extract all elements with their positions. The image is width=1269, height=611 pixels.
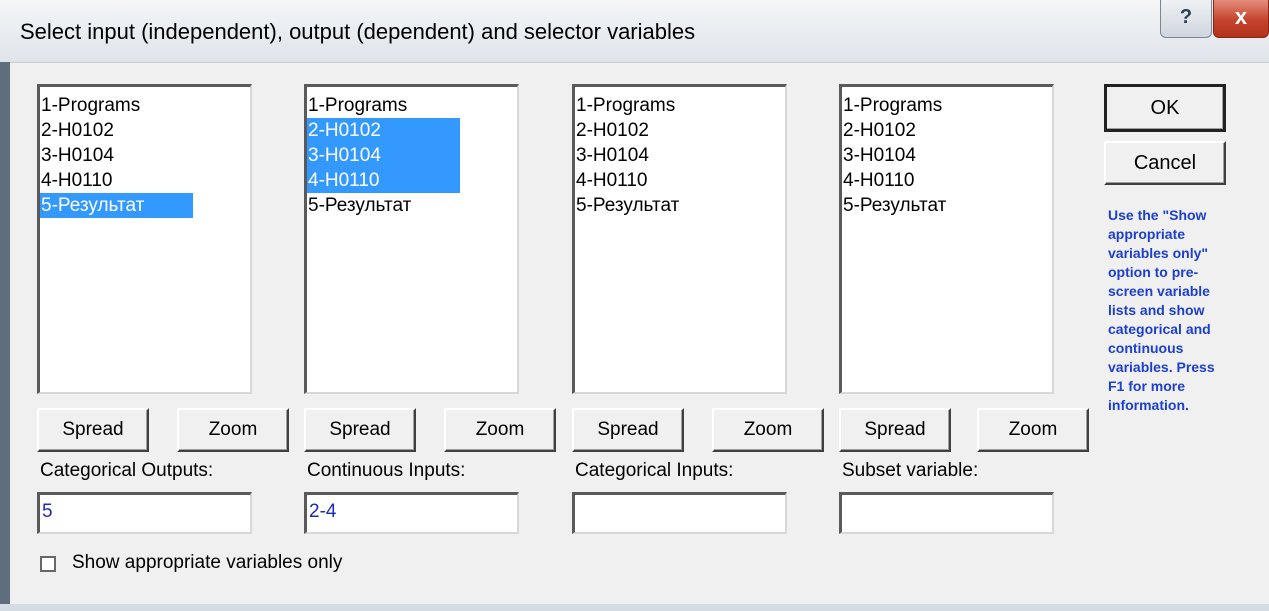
list-item[interactable]: 4-H0110	[842, 170, 914, 191]
list-item[interactable]: 1-Programs	[575, 95, 675, 116]
zoom-button[interactable]: Zoom	[712, 408, 824, 452]
ok-button[interactable]: OK	[1104, 84, 1226, 132]
categorical-inputs-list[interactable]: 1-Programs 2-H0102 3-H0104 4-H0110 5-Рез…	[572, 84, 787, 394]
variable-selection-dialog: Select input (independent), output (depe…	[0, 0, 1269, 611]
list-item[interactable]: 2-H0102	[307, 118, 460, 143]
spread-button[interactable]: Spread	[572, 408, 684, 452]
list-item[interactable]: 2-H0102	[842, 120, 916, 141]
list-item[interactable]: 5-Результат	[842, 195, 946, 216]
categorical-outputs-list[interactable]: 1-Programs 2-H0102 3-H0104 4-H0110 5-Рез…	[37, 84, 252, 394]
continuous-inputs-field[interactable]: 2-4	[304, 492, 519, 534]
zoom-button[interactable]: Zoom	[177, 408, 289, 452]
subset-variable-field[interactable]	[839, 492, 1054, 534]
show-appropriate-label[interactable]: Show appropriate variables only	[72, 552, 342, 574]
close-icon: x	[1234, 4, 1248, 29]
categorical-outputs-field[interactable]: 5	[37, 492, 252, 534]
list-item[interactable]: 1-Programs	[307, 95, 407, 116]
spread-button[interactable]: Spread	[37, 408, 149, 452]
list-item[interactable]: 4-H0110	[307, 168, 460, 193]
list-item[interactable]: 3-H0104	[575, 145, 649, 166]
title-bar[interactable]: Select input (independent), output (depe…	[0, 0, 1269, 63]
help-hint-text: Use the "Show appropriate variables only…	[1108, 207, 1215, 413]
show-appropriate-checkbox[interactable]	[40, 556, 56, 572]
zoom-button[interactable]: Zoom	[977, 408, 1089, 452]
zoom-button[interactable]: Zoom	[444, 408, 556, 452]
list-item[interactable]: 4-H0110	[40, 170, 112, 191]
spread-button[interactable]: Spread	[839, 408, 951, 452]
list-item[interactable]: 3-H0104	[842, 145, 916, 166]
list-item[interactable]: 5-Результат	[575, 195, 679, 216]
window-edge-left	[0, 62, 10, 611]
cancel-button[interactable]: Cancel	[1104, 141, 1226, 185]
subset-variable-label: Subset variable:	[842, 460, 979, 481]
categorical-outputs-label: Categorical Outputs:	[40, 460, 214, 481]
continuous-inputs-list[interactable]: 1-Programs 2-H0102 3-H0104 4-H0110 5-Рез…	[304, 84, 519, 394]
continuous-inputs-label: Continuous Inputs:	[307, 460, 466, 481]
list-item[interactable]: 4-H0110	[575, 170, 647, 191]
list-item[interactable]: 3-H0104	[40, 145, 114, 166]
list-item[interactable]: 1-Programs	[40, 95, 140, 116]
list-item[interactable]: 1-Programs	[842, 95, 942, 116]
list-item[interactable]: 5-Результат	[40, 193, 193, 218]
close-button[interactable]: x	[1213, 0, 1269, 38]
window-title: Select input (independent), output (depe…	[20, 19, 696, 44]
categorical-inputs-field[interactable]	[572, 492, 787, 534]
spread-button[interactable]: Spread	[304, 408, 416, 452]
categorical-inputs-label: Categorical Inputs:	[575, 460, 734, 481]
help-icon: ?	[1179, 6, 1193, 28]
list-item[interactable]: 3-H0104	[307, 143, 460, 168]
subset-variable-list[interactable]: 1-Programs 2-H0102 3-H0104 4-H0110 5-Рез…	[839, 84, 1054, 394]
window-edge-bottom	[0, 604, 1269, 611]
list-item[interactable]: 5-Результат	[307, 195, 411, 216]
list-item[interactable]: 2-H0102	[575, 120, 649, 141]
list-item[interactable]: 2-H0102	[40, 120, 114, 141]
help-button[interactable]: ?	[1160, 0, 1212, 38]
